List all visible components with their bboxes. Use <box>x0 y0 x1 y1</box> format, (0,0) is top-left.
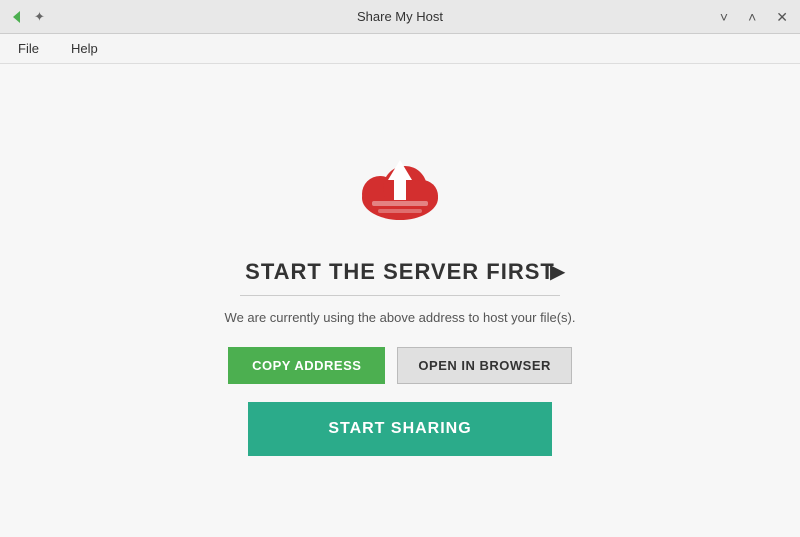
main-content: START THE SERVER FIRST We are currently … <box>0 64 800 537</box>
copy-address-button[interactable]: COPY ADDRESS <box>228 347 385 384</box>
chevron-up-btn[interactable]: ˄ <box>744 8 760 26</box>
title-bar: ✦ Share My Host ˅ ˄ ✕ <box>0 0 800 34</box>
pin-icon[interactable]: ✦ <box>34 9 45 25</box>
open-browser-button[interactable]: OPEN IN BROWSER <box>397 347 571 384</box>
start-sharing-button[interactable]: START SHARING <box>248 402 551 456</box>
title-bar-controls: ˅ ˄ ✕ <box>716 8 792 26</box>
cloud-logo <box>350 146 450 231</box>
menu-help[interactable]: Help <box>65 37 104 60</box>
back-icon[interactable] <box>8 7 28 27</box>
action-buttons: COPY ADDRESS OPEN IN BROWSER <box>228 347 572 384</box>
chevron-down-btn[interactable]: ˅ <box>716 8 732 26</box>
window-title: Share My Host <box>357 9 443 24</box>
title-bar-left: ✦ <box>8 7 45 27</box>
main-heading: START THE SERVER FIRST <box>245 259 555 285</box>
menu-file[interactable]: File <box>12 37 45 60</box>
close-button[interactable]: ✕ <box>772 8 792 26</box>
subtitle-text: We are currently using the above address… <box>225 310 576 325</box>
heading-divider <box>240 295 560 296</box>
menu-bar: File Help <box>0 34 800 64</box>
